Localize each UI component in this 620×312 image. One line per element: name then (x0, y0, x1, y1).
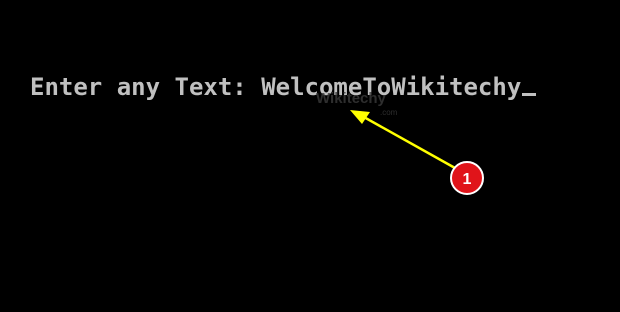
console-window: Enter any Text: WelcomeToWikitechy Wikit… (0, 0, 620, 312)
step-marker-badge: 1 (450, 161, 484, 195)
arrow-head (350, 110, 370, 124)
badge-number: 1 (463, 171, 472, 188)
annotation-overlay: 1 (350, 110, 484, 195)
arrow-shaft (361, 114, 456, 170)
annotation-arrow (350, 110, 456, 170)
